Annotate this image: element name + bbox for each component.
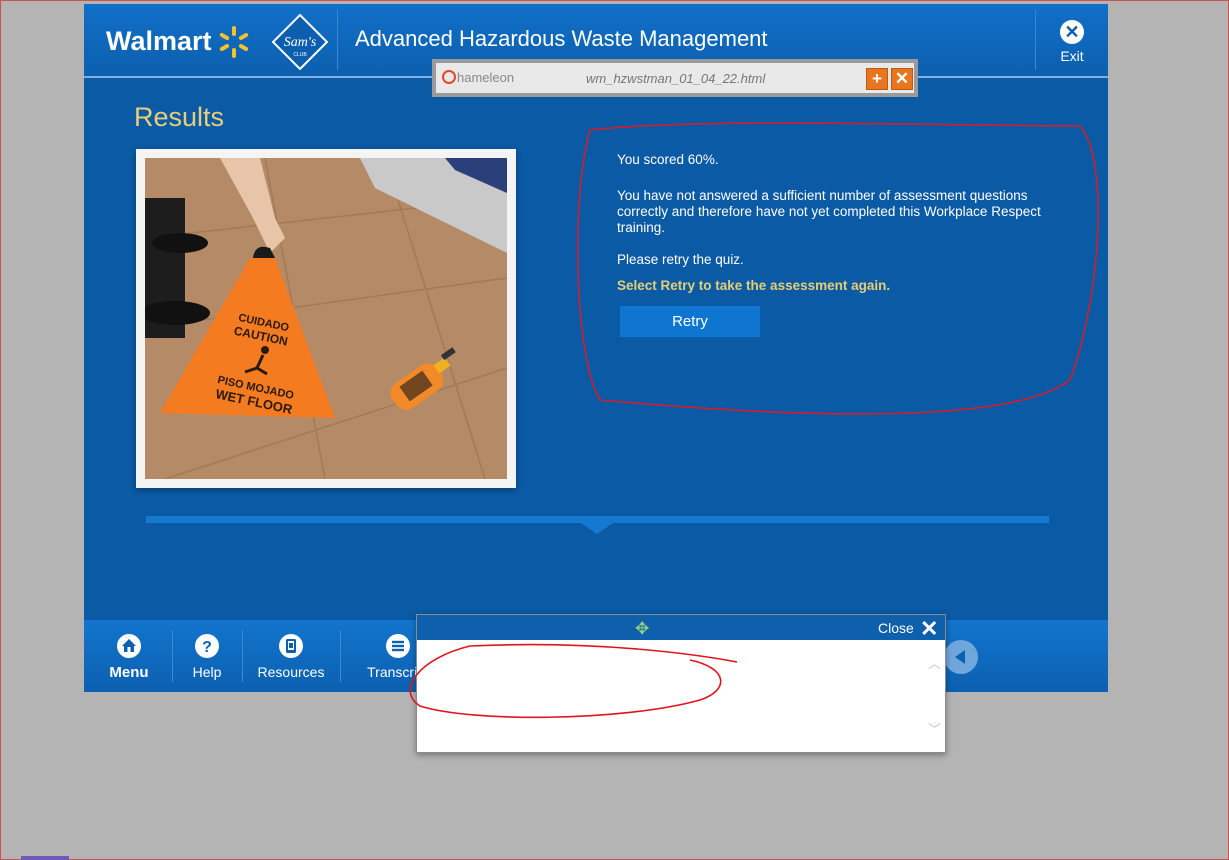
nav-menu[interactable]: Menu xyxy=(106,634,152,681)
nav-menu-label: Menu xyxy=(109,664,149,681)
plus-icon: + xyxy=(872,69,882,88)
chameleon-close-button[interactable]: ✕ xyxy=(891,68,913,90)
nav-resources-label: Resources xyxy=(257,664,325,680)
chameleon-add-button[interactable]: + xyxy=(866,68,888,90)
nav-separator xyxy=(172,630,173,682)
home-icon xyxy=(117,634,141,658)
sams-club-logo: Sam's CLUB xyxy=(272,14,328,70)
sams-logo-subtext: CLUB xyxy=(293,52,307,58)
retry-instruction: Select Retry to take the assessment agai… xyxy=(617,278,891,293)
chameleon-logo: hameleon xyxy=(442,70,514,85)
svg-text:?: ? xyxy=(202,639,212,656)
question-icon: ? xyxy=(195,634,219,658)
walmart-spark-icon xyxy=(219,26,249,58)
course-player: Walmart Sam's CLUB Advanced Hazardous Wa… xyxy=(84,4,1108,692)
course-title: Advanced Hazardous Waste Management xyxy=(355,26,768,51)
nav-help-label: Help xyxy=(192,664,222,680)
nav-separator xyxy=(340,630,341,682)
progress-marker xyxy=(581,523,613,534)
result-message: You have not answered a sufficient numbe… xyxy=(617,188,1041,235)
popup-titlebar[interactable]: ✥ Close ✕ xyxy=(417,615,945,642)
progress-bar xyxy=(146,516,1049,523)
back-button[interactable] xyxy=(944,640,978,674)
document-icon xyxy=(279,634,303,658)
popup-close-label[interactable]: Close xyxy=(878,620,914,636)
header-divider xyxy=(337,10,338,70)
scroll-up-icon[interactable]: ︿ xyxy=(928,653,941,672)
chameleon-logo-icon xyxy=(442,70,456,84)
close-circle-icon: ✕ xyxy=(1060,20,1084,44)
sams-logo-text: Sam's xyxy=(284,35,317,50)
scroll-down-icon[interactable]: ﹀ xyxy=(928,719,941,738)
walmart-logo: Walmart xyxy=(106,26,212,56)
list-icon xyxy=(386,634,410,658)
exit-label: Exit xyxy=(1060,48,1084,64)
chameleon-toolbar: hameleon wm_hzwstman_01_04_22.html + ✕ xyxy=(432,59,918,97)
exit-button[interactable]: ✕ Exit xyxy=(1052,20,1092,68)
close-icon[interactable]: ✕ xyxy=(920,616,938,642)
results-panel: You scored 60%. You have not answered a … xyxy=(617,152,1057,294)
page-title: Results xyxy=(134,102,225,132)
taskbar-indicator xyxy=(21,856,69,860)
header-divider xyxy=(1035,10,1036,70)
close-icon: ✕ xyxy=(894,69,910,88)
chameleon-file-name: wm_hzwstman_01_04_22.html xyxy=(586,71,766,86)
wet-floor-image: CUIDADO CAUTION PISO MOJADO WET FLOOR xyxy=(145,158,507,479)
score-text: You scored 60%. xyxy=(617,152,719,167)
transcript-popup: ✥ Close ✕ ︿ ﹀ xyxy=(416,614,946,753)
back-arrow-icon xyxy=(955,650,965,664)
nav-resources[interactable]: Resources xyxy=(256,634,326,680)
retry-prompt: Please retry the quiz. xyxy=(617,252,744,267)
retry-button[interactable]: Retry xyxy=(620,306,760,337)
move-icon[interactable]: ✥ xyxy=(635,619,649,639)
nav-separator xyxy=(242,630,243,682)
wet-floor-photo: CUIDADO CAUTION PISO MOJADO WET FLOOR xyxy=(136,149,516,488)
nav-help[interactable]: ? Help xyxy=(187,634,227,680)
